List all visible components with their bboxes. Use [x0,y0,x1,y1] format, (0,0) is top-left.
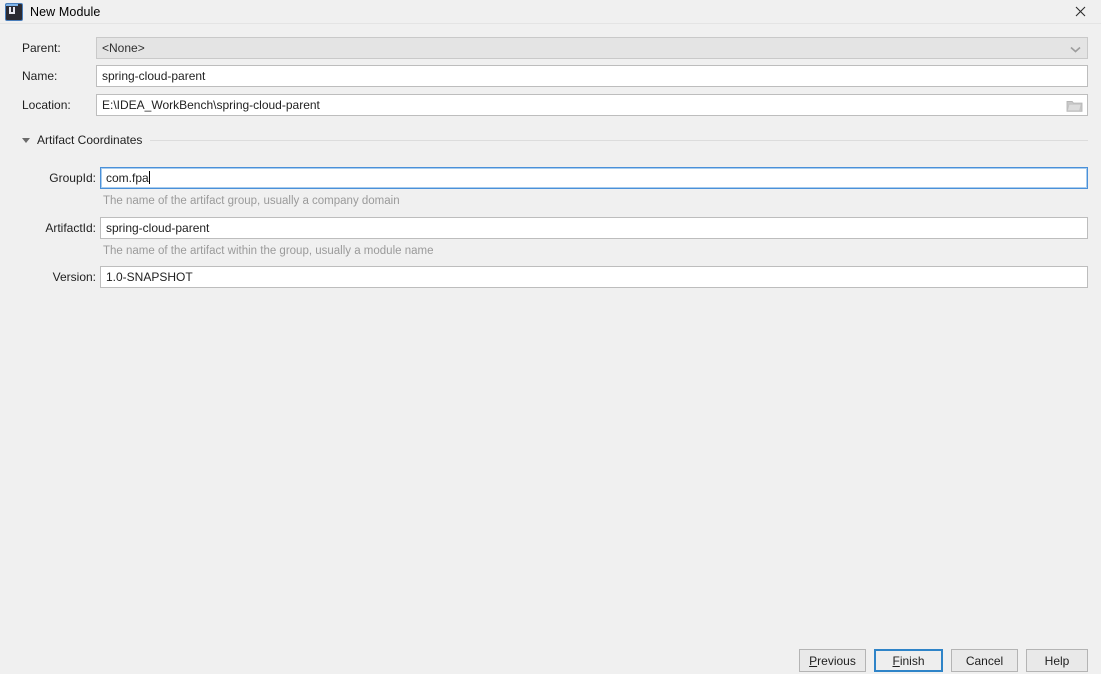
groupid-value: com.fpa [106,171,149,185]
groupid-input[interactable]: com.fpa [100,167,1088,189]
name-value: spring-cloud-parent [102,69,206,83]
previous-button[interactable]: Previous [799,649,866,672]
parent-combobox[interactable]: <None> [96,37,1088,59]
parent-value: <None> [102,41,145,55]
location-input[interactable]: E:\IDEA_WorkBench\spring-cloud-parent [96,94,1088,116]
groupid-hint: The name of the artifact group, usually … [103,195,400,207]
artifact-coordinates-title: Artifact Coordinates [37,133,143,147]
version-input[interactable]: 1.0-SNAPSHOT [100,266,1088,288]
version-value: 1.0-SNAPSHOT [106,270,193,284]
finish-button[interactable]: Finish [874,649,943,672]
artifactid-input[interactable]: spring-cloud-parent [100,217,1088,239]
artifactid-hint: The name of the artifact within the grou… [103,245,434,257]
groupid-label: GroupId: [49,171,96,185]
artifact-coordinates-section-header[interactable]: Artifact Coordinates [22,133,1088,147]
text-caret [148,171,150,184]
intellij-idea-icon [6,3,22,20]
name-label: Name: [22,69,58,83]
artifactid-label: ArtifactId: [45,221,96,235]
location-value: E:\IDEA_WorkBench\spring-cloud-parent [102,98,320,112]
title-bar: New Module [0,0,1101,24]
folder-browse-icon[interactable] [1066,98,1083,113]
previous-button-label: Previous [809,653,856,668]
section-divider [150,139,1088,141]
help-button[interactable]: Help [1026,649,1088,672]
cancel-button-label: Cancel [965,653,1004,668]
name-input[interactable]: spring-cloud-parent [96,65,1088,87]
chevron-down-icon [22,137,30,143]
finish-button-label: Finish [892,653,925,668]
version-label: Version: [52,270,96,284]
parent-label: Parent: [22,41,61,55]
location-label: Location: [22,98,71,112]
help-button-label: Help [1044,653,1070,668]
chevron-down-icon [1070,38,1081,58]
window-title: New Module [30,4,101,19]
close-icon[interactable] [1060,0,1101,23]
artifactid-value: spring-cloud-parent [106,221,210,235]
cancel-button[interactable]: Cancel [951,649,1018,672]
